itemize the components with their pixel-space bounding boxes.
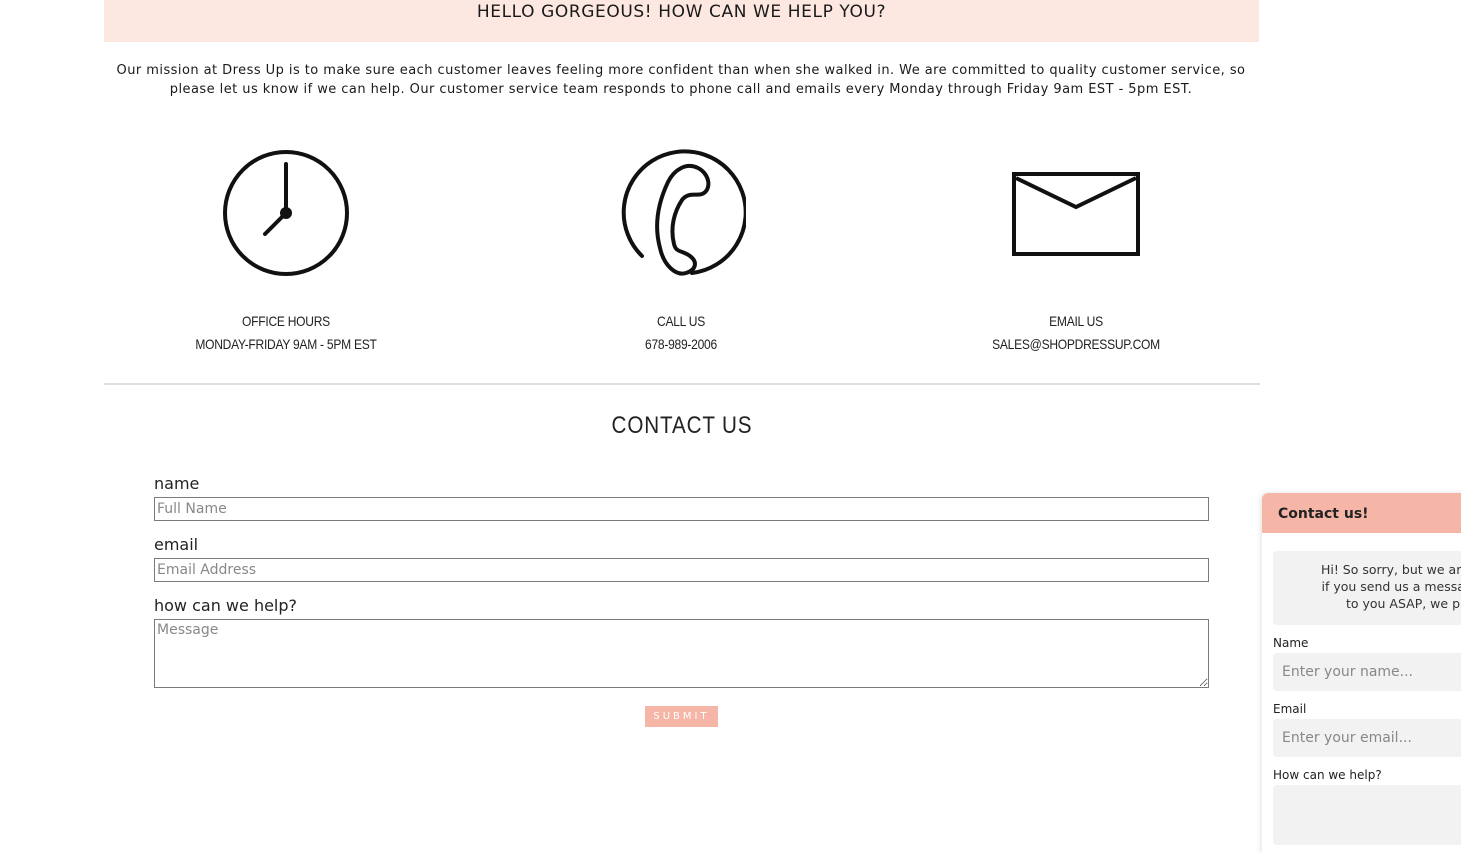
widget-help-label: How can we help? [1273, 768, 1382, 782]
phone-icon [621, 149, 746, 276]
office-hours-text: OFFICE HOURS MONDAY-FRIDAY 9AM - 5PM EST [126, 310, 446, 356]
call-us-title: CALL US [657, 313, 705, 329]
envelope-icon [1012, 172, 1140, 256]
help-label: how can we help? [154, 596, 298, 615]
office-hours-detail: MONDAY-FRIDAY 9AM - 5PM EST [195, 336, 377, 352]
name-label: name [154, 474, 200, 493]
mission-line-2: please let us know if we can help. Our c… [169, 82, 1193, 97]
name-input[interactable] [154, 497, 1209, 521]
welcome-banner: HELLO GORGEOUS! HOW CAN WE HELP YOU? [104, 0, 1259, 42]
mission-line-1: Our mission at Dress Up is to make sure … [116, 63, 1246, 78]
banner-text: HELLO GORGEOUS! HOW CAN WE HELP YOU? [476, 2, 887, 22]
widget-away-message: Hi! So sorry, but we aren't if you send … [1273, 551, 1461, 625]
contact-chat-widget: Contact us! Hi! So sorry, but we aren't … [1262, 493, 1461, 853]
email-address-link[interactable]: SALES@SHOPDRESSUP.COM [938, 333, 1213, 356]
mission-statement: Our mission at Dress Up is to make sure … [110, 61, 1252, 99]
email-input[interactable] [154, 558, 1209, 582]
widget-header[interactable]: Contact us! [1262, 493, 1461, 533]
contact-form-title: CONTACT US [611, 412, 753, 439]
widget-email-input[interactable] [1273, 719, 1461, 757]
office-hours-title: OFFICE HOURS [242, 313, 330, 329]
widget-email-label: Email [1273, 702, 1307, 716]
widget-message-textarea[interactable] [1273, 785, 1461, 845]
call-us-block [521, 148, 841, 278]
office-hours-block [126, 148, 446, 278]
message-textarea[interactable] [154, 619, 1209, 688]
widget-message-line-3: to you ASAP, we p [1345, 596, 1461, 611]
clock-icon [223, 150, 349, 276]
widget-message-line-1: Hi! So sorry, but we aren't [1320, 562, 1461, 577]
email-label: email [154, 535, 199, 554]
email-us-text: EMAIL US SALES@SHOPDRESSUP.COM [916, 310, 1236, 356]
email-us-block [916, 148, 1236, 278]
email-us-title: EMAIL US [1049, 313, 1103, 329]
section-divider [104, 383, 1260, 385]
widget-message-line-2: if you send us a message, [1321, 579, 1461, 594]
submit-button[interactable]: SUBMIT [645, 706, 718, 727]
phone-number-link[interactable]: 678-989-2006 [543, 333, 818, 356]
widget-name-label: Name [1273, 636, 1309, 650]
call-us-text: CALL US 678-989-2006 [521, 310, 841, 356]
widget-name-input[interactable] [1273, 653, 1461, 691]
